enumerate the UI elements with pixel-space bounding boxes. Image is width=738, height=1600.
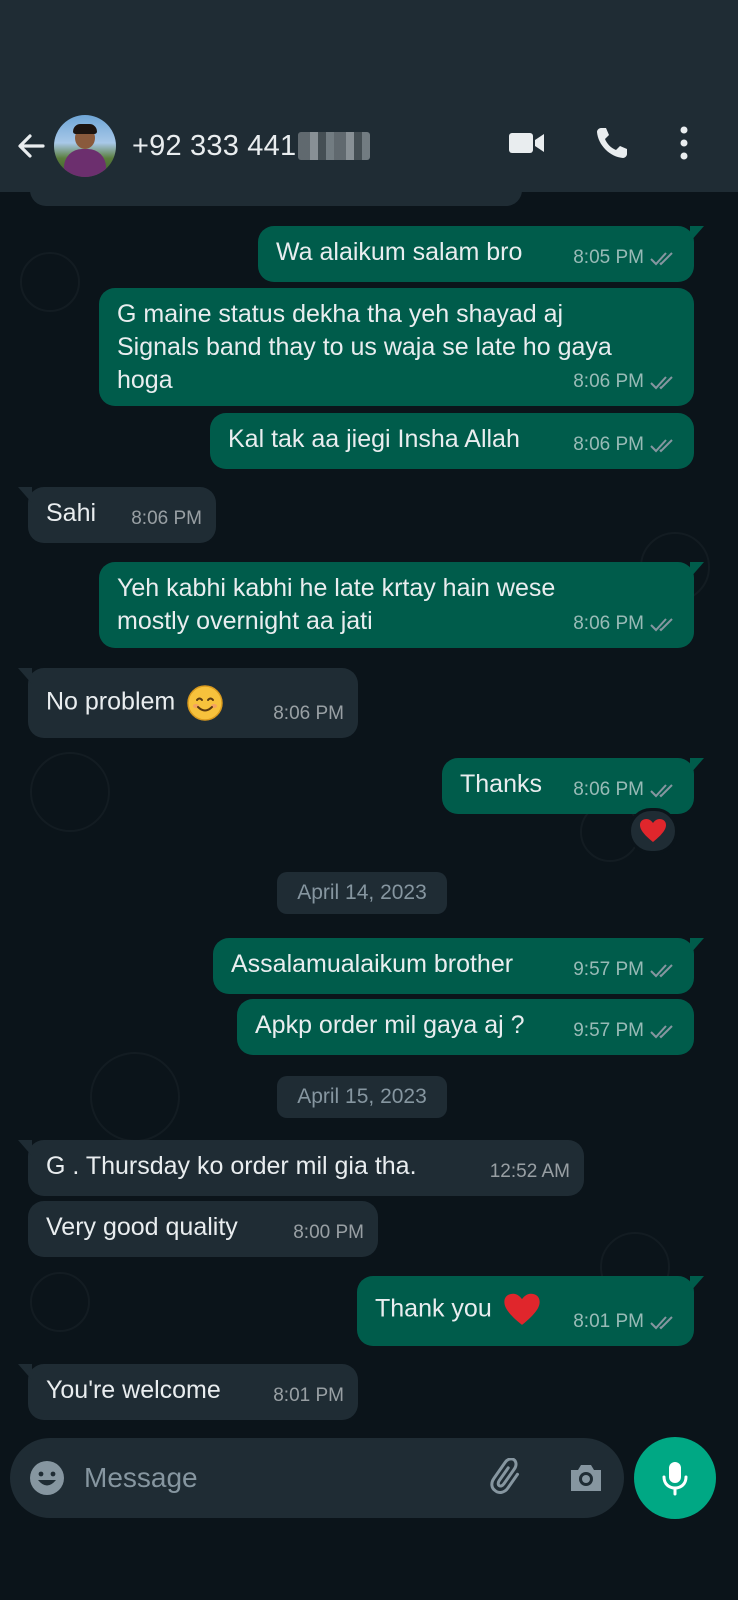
message-incoming[interactable]: You're welcome 8:01 PM [18, 1364, 358, 1420]
smiling-face-emoji [187, 685, 223, 721]
camera-icon[interactable] [566, 1458, 606, 1498]
microphone-button[interactable] [634, 1437, 716, 1519]
microphone-icon [662, 1462, 688, 1496]
message-text: Apkp order mil gaya aj ? [255, 1011, 525, 1039]
message-time: 8:06 PM [573, 779, 644, 800]
emoji-icon[interactable] [28, 1459, 66, 1497]
message-text: You're welcome [46, 1376, 221, 1404]
message-time: 8:06 PM [573, 613, 644, 634]
double-check-icon [650, 438, 673, 452]
message-outgoing[interactable]: Thank you 8:01 PM [357, 1276, 704, 1346]
message-text: Sahi [46, 499, 97, 527]
red-heart-emoji [504, 1293, 540, 1325]
message-text: Wa alaikum salam bro [276, 238, 523, 266]
message-line: Yeh kabhi kabhi he late krtay hain wese [117, 574, 556, 602]
message-incoming[interactable]: G . Thursday ko order mil gia tha. 12:52… [18, 1140, 584, 1196]
more-vert-icon[interactable] [664, 123, 704, 163]
date-separator: April 14, 2023 [277, 872, 447, 914]
message-outgoing[interactable]: Yeh kabhi kabhi he late krtay hain wese … [99, 562, 704, 648]
message-incoming[interactable]: Very good quality 8:00 PM [28, 1201, 378, 1257]
message-time: 9:57 PM [573, 959, 644, 980]
message-time: 8:00 PM [293, 1222, 364, 1243]
message-time: 8:06 PM [273, 703, 344, 724]
message-text: Kal tak aa jiegi Insha Allah [228, 425, 520, 453]
message-incoming[interactable]: No problem 8:06 PM [18, 668, 358, 738]
arrow-left-icon [18, 134, 45, 158]
video-call-icon[interactable] [507, 123, 547, 163]
double-check-icon [650, 783, 673, 797]
message-line: hoga [117, 366, 173, 394]
message-line: mostly overnight aa jati [117, 607, 373, 635]
system-nav-bar [0, 1530, 738, 1600]
back-button[interactable] [2, 100, 60, 192]
message-line: G maine status dekha tha yeh shayad aj [117, 300, 564, 328]
message-time: 8:06 PM [573, 371, 644, 392]
message-outgoing[interactable]: Wa alaikum salam bro 8:05 PM [258, 226, 704, 282]
redacted-number [298, 132, 371, 160]
message-time: 12:52 AM [489, 1161, 570, 1182]
message-time: 8:05 PM [573, 247, 644, 268]
double-check-icon [650, 617, 673, 631]
message-time: 8:06 PM [573, 434, 644, 455]
message-time: 8:01 PM [273, 1385, 344, 1406]
contact-name-button[interactable]: +92 333 441 [132, 129, 371, 163]
avatar[interactable] [54, 115, 116, 177]
message-time: 8:06 PM [131, 508, 202, 529]
message-time: 8:01 PM [573, 1311, 644, 1332]
message-line: Signals band thay to us waja se late ho … [117, 333, 612, 361]
red-heart-emoji [640, 819, 666, 842]
message-text: Very good quality [46, 1213, 238, 1241]
message-input[interactable] [84, 1462, 464, 1494]
message-incoming-partial[interactable] [30, 192, 522, 206]
message-outgoing[interactable]: Assalamualaikum brother 9:57 PM [213, 938, 704, 994]
message-text: Thank you [375, 1294, 492, 1323]
phone-icon[interactable] [592, 123, 632, 163]
double-check-icon [650, 1024, 673, 1038]
message-text: Thanks [460, 770, 542, 798]
message-outgoing[interactable]: Thanks 8:06 PM [442, 758, 704, 814]
message-outgoing[interactable]: Kal tak aa jiegi Insha Allah 8:06 PM [210, 413, 694, 469]
double-check-icon [650, 375, 673, 389]
message-time: 9:57 PM [573, 1020, 644, 1041]
message-composer [10, 1438, 624, 1518]
message-reaction[interactable] [628, 808, 678, 854]
message-outgoing[interactable]: G maine status dekha tha yeh shayad aj S… [99, 288, 694, 406]
contact-name: +92 333 441 [132, 129, 297, 162]
message-text: G . Thursday ko order mil gia tha. [46, 1152, 417, 1180]
double-check-icon [650, 1315, 673, 1329]
message-text: No problem [46, 687, 176, 716]
status-bar [0, 0, 738, 100]
paperclip-icon[interactable] [488, 1458, 528, 1498]
message-text: Assalamualaikum brother [231, 950, 514, 978]
message-incoming[interactable]: Sahi 8:06 PM [18, 487, 216, 543]
date-separator: April 15, 2023 [277, 1076, 447, 1118]
double-check-icon [650, 963, 673, 977]
message-outgoing[interactable]: Apkp order mil gaya aj ? 9:57 PM [237, 999, 694, 1055]
double-check-icon [650, 251, 673, 265]
